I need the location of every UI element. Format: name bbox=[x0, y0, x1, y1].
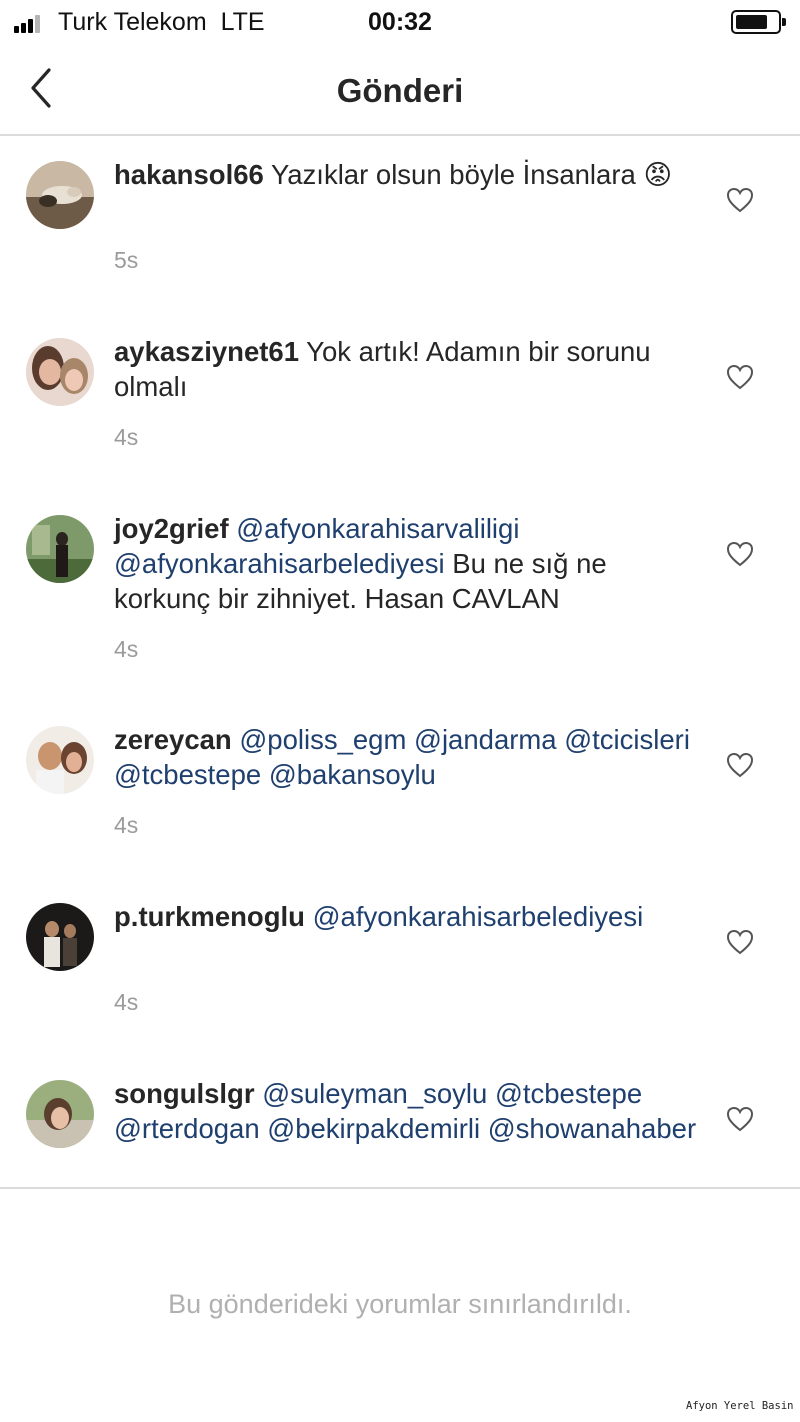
avatar[interactable] bbox=[26, 338, 94, 406]
like-heart-icon[interactable] bbox=[726, 364, 754, 390]
avatar[interactable] bbox=[26, 515, 94, 583]
comment-text: joy2grief @afyonkarahisarvaliligi @afyon… bbox=[114, 511, 704, 616]
mention-link[interactable]: @showanahaber bbox=[488, 1113, 696, 1144]
status-bar: Turk Telekom LTE 00:32 bbox=[0, 0, 800, 44]
mention-link[interactable]: @rterdogan bbox=[114, 1113, 260, 1144]
comment-text: songulslgr @suleyman_soylu @tcbestepe @r… bbox=[114, 1076, 704, 1146]
mention-link[interactable]: @bekirpakdemirli bbox=[267, 1113, 480, 1144]
mention-link[interactable]: @suleyman_soylu bbox=[262, 1078, 487, 1109]
angry-face-emoji: 😡 bbox=[643, 159, 673, 190]
comment-text: zereycan @poliss_egm @jandarma @tcicisle… bbox=[114, 722, 704, 792]
page-title: Gönderi bbox=[336, 72, 464, 109]
status-time: 00:32 bbox=[368, 8, 432, 36]
comment-body bbox=[406, 724, 414, 755]
mention-link[interactable]: @afyonkarahisarvaliligi bbox=[236, 513, 519, 544]
comment-text: p.turkmenoglu @afyonkarahisarbelediyesi bbox=[114, 899, 704, 934]
like-heart-icon[interactable] bbox=[726, 929, 754, 955]
battery-icon bbox=[731, 10, 786, 34]
navigation-bar: Gönderi bbox=[0, 44, 800, 136]
like-heart-icon[interactable] bbox=[726, 187, 754, 213]
comment-timestamp: 4s bbox=[114, 424, 139, 450]
comment-body bbox=[305, 901, 313, 932]
comment-username[interactable]: p.turkmenoglu bbox=[114, 901, 305, 932]
comment-timestamp: 5s bbox=[114, 247, 139, 273]
like-heart-icon[interactable] bbox=[726, 1106, 754, 1132]
mention-link[interactable]: @tcicisleri bbox=[564, 724, 690, 755]
avatar[interactable] bbox=[26, 161, 94, 229]
like-heart-icon[interactable] bbox=[726, 541, 754, 567]
divider bbox=[0, 1187, 800, 1189]
comment-timestamp: 4s bbox=[114, 989, 139, 1015]
comment-username[interactable]: aykasziynet61 bbox=[114, 336, 299, 367]
mention-link[interactable]: @tcbestepe bbox=[114, 759, 261, 790]
mention-link[interactable]: @bakansoylu bbox=[269, 759, 436, 790]
avatar[interactable] bbox=[26, 1080, 94, 1148]
comment-username[interactable]: joy2grief bbox=[114, 513, 229, 544]
watermark: Afyon Yerel Basin bbox=[686, 1400, 794, 1412]
comments-restricted-notice: Bu gönderideki yorumlar sınırlandırıldı. bbox=[168, 1289, 632, 1319]
comment-timestamp: 4s bbox=[114, 636, 139, 662]
avatar[interactable] bbox=[26, 726, 94, 794]
comment-text: aykasziynet61 Yok artık! Adamın bir soru… bbox=[114, 334, 704, 404]
comment-username[interactable]: hakansol66 bbox=[114, 159, 264, 190]
mention-link[interactable]: @poliss_egm bbox=[239, 724, 406, 755]
comment-timestamp: 4s bbox=[114, 812, 139, 838]
mention-link[interactable]: @tcbestepe bbox=[495, 1078, 642, 1109]
mention-link[interactable]: @jandarma bbox=[414, 724, 557, 755]
comment-body: Yazıklar olsun böyle İnsanlara bbox=[263, 159, 644, 190]
comment-body bbox=[487, 1078, 495, 1109]
comment-body bbox=[480, 1113, 488, 1144]
comment-username[interactable]: zereycan bbox=[114, 724, 232, 755]
comment-list: hakansol66 Yazıklar olsun böyle İnsanlar… bbox=[0, 137, 800, 1187]
comment-body bbox=[261, 759, 269, 790]
like-heart-icon[interactable] bbox=[726, 752, 754, 778]
avatar[interactable] bbox=[26, 903, 94, 971]
comment-text: hakansol66 Yazıklar olsun böyle İnsanlar… bbox=[114, 157, 704, 192]
mention-link[interactable]: @afyonkarahisarbelediyesi bbox=[313, 901, 644, 932]
comment-username[interactable]: songulslgr bbox=[114, 1078, 255, 1109]
mention-link[interactable]: @afyonkarahisarbelediyesi bbox=[114, 548, 445, 579]
